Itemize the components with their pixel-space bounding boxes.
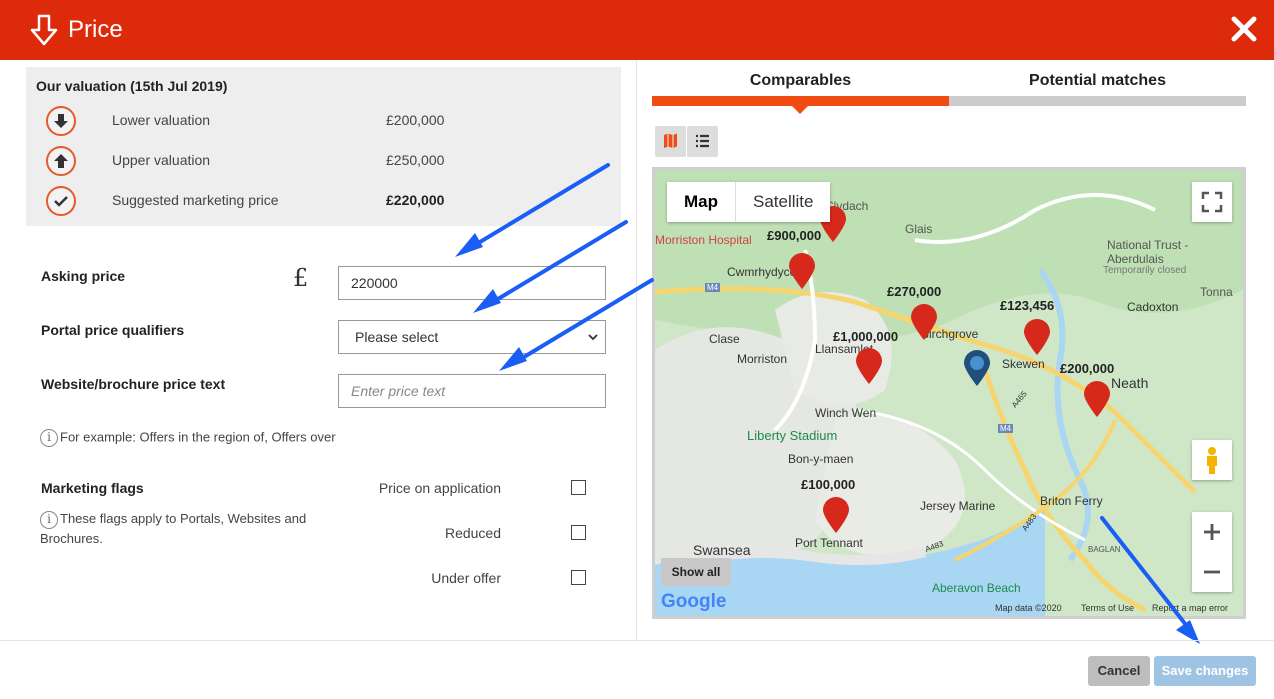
annotation-arrow xyxy=(468,163,610,250)
footer-divider xyxy=(0,640,1274,641)
save-button[interactable]: Save changes xyxy=(1154,656,1256,686)
annotation-arrow xyxy=(486,220,628,307)
annotation-arrows xyxy=(455,163,1200,644)
cancel-button[interactable]: Cancel xyxy=(1088,656,1150,686)
annotation-arrow xyxy=(1100,516,1192,632)
annotation-arrow xyxy=(512,278,654,365)
